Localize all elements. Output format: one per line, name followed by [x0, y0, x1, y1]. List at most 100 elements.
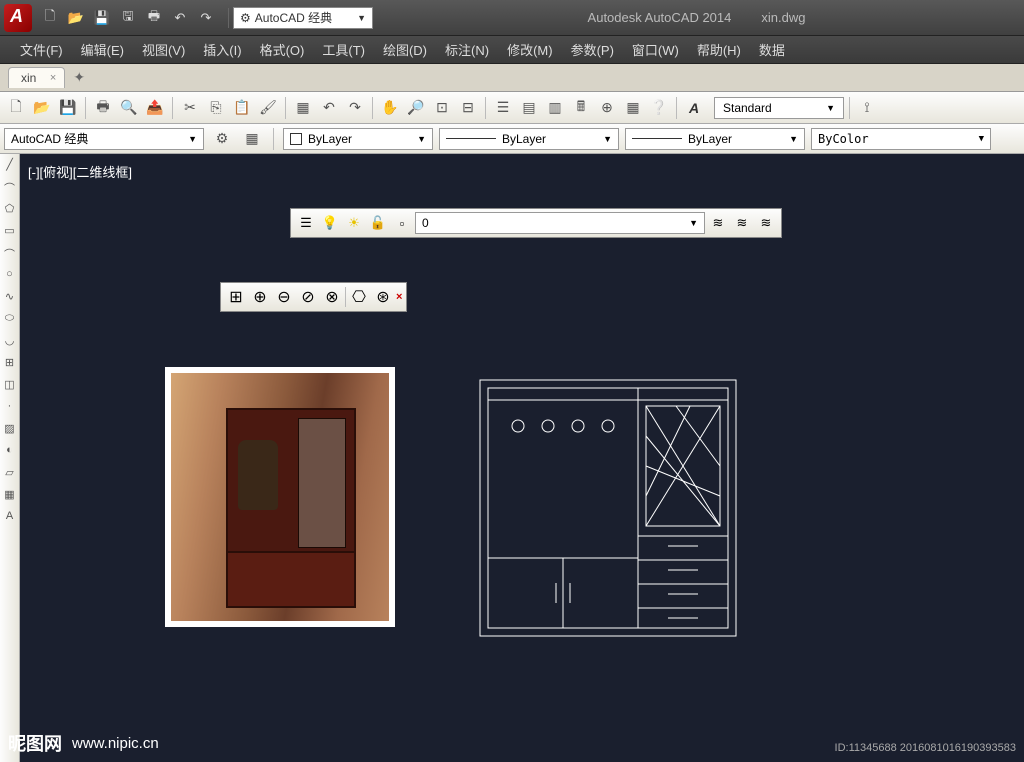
layer-tool2-icon[interactable]: ≋ [731, 212, 753, 234]
match-icon[interactable]: 🖌 [256, 96, 280, 120]
color-selector[interactable]: ByLayer ▼ [283, 128, 433, 150]
sheet-icon[interactable]: ▤ [517, 96, 541, 120]
menu-format[interactable]: 格式(O) [260, 40, 305, 59]
make-block-icon[interactable]: ◫ [2, 378, 18, 394]
text-style-selector[interactable]: Standard ▼ [714, 97, 844, 119]
vs-manage-icon[interactable]: ⎔ [348, 286, 370, 308]
undo2-icon[interactable]: ↶ [317, 96, 341, 120]
properties-icon[interactable]: ☰ [491, 96, 515, 120]
insert-block-icon[interactable]: ⊞ [2, 356, 18, 372]
open-icon[interactable]: 📂 [65, 7, 87, 29]
workspace-selector[interactable]: ⚙ AutoCAD 经典 ▼ [233, 7, 373, 29]
save-icon[interactable]: 💾 [91, 7, 113, 29]
layer-on-icon[interactable]: 💡 [319, 212, 341, 234]
draw-toolbar: ╱ ⌒ ⬠ ▭ ⌒ ○ ∿ ⬭ ◡ ⊞ ◫ · ▨ ◐ ▱ ▦ A [0, 154, 20, 762]
zoom-icon[interactable]: 🔎 [404, 96, 428, 120]
zoom-prev-icon[interactable]: ⊟ [456, 96, 480, 120]
vs-edge-icon[interactable]: ⊛ [372, 286, 394, 308]
menu-modify[interactable]: 修改(M) [507, 40, 553, 59]
menu-window[interactable]: 窗口(W) [632, 40, 679, 59]
drawing-area[interactable]: ╱ ⌒ ⬠ ▭ ⌒ ○ ∿ ⬭ ◡ ⊞ ◫ · ▨ ◐ ▱ ▦ A [-][俯视… [0, 154, 1024, 762]
viewport-label[interactable]: [-][俯视][二维线框] [28, 162, 132, 181]
tool-palette-icon[interactable]: ▥ [543, 96, 567, 120]
menu-tools[interactable]: 工具(T) [322, 40, 365, 59]
arc-tool-icon[interactable]: ⌒ [2, 246, 18, 262]
linetype-selector[interactable]: ByLayer ▼ [439, 128, 619, 150]
menu-help[interactable]: 帮助(H) [697, 40, 741, 59]
cut-icon[interactable]: ✂ [178, 96, 202, 120]
close-toolbar-icon[interactable]: × [396, 291, 402, 303]
cad-elevation-drawing[interactable] [478, 378, 738, 638]
ws-save-icon[interactable]: ▦ [240, 127, 264, 151]
pline-tool-icon[interactable]: ⌒ [2, 180, 18, 196]
text-tool-icon[interactable]: A [2, 510, 18, 526]
spline-tool-icon[interactable]: ∿ [2, 290, 18, 306]
ellipse-tool-icon[interactable]: ⬭ [2, 312, 18, 328]
open-file-icon[interactable]: 📂 [30, 96, 54, 120]
layer-tool1-icon[interactable]: ≋ [707, 212, 729, 234]
vs-2dwire-icon[interactable]: ⊞ [225, 286, 247, 308]
line-tool-icon[interactable]: ╱ [2, 158, 18, 174]
layer-lock-icon[interactable]: 🔓 [367, 212, 389, 234]
plot-style-selector[interactable]: ByColor ▼ [811, 128, 991, 150]
menu-data[interactable]: 数据 [759, 40, 785, 59]
table-icon[interactable]: ▦ [2, 488, 18, 504]
layer-props-icon[interactable]: ☰ [295, 212, 317, 234]
vs-conceptual-icon[interactable]: ⊗ [321, 286, 343, 308]
document-tab[interactable]: xin × [8, 67, 65, 88]
rect-tool-icon[interactable]: ▭ [2, 224, 18, 240]
vs-3dwire-icon[interactable]: ⊕ [249, 286, 271, 308]
copy-icon[interactable]: ⎘ [204, 96, 228, 120]
layers-floating-toolbar[interactable]: ☰ 💡 ☀ 🔓 ▫ 0 ▼ ≋ ≋ ≋ [290, 208, 782, 238]
pan-icon[interactable]: ✋ [378, 96, 402, 120]
menu-insert[interactable]: 插入(I) [203, 40, 241, 59]
saveas-icon[interactable]: 🖫 [117, 7, 139, 29]
help2-icon[interactable]: ❔ [647, 96, 671, 120]
redo-icon[interactable]: ↷ [195, 7, 217, 29]
dim-style-icon[interactable]: ⟟ [855, 96, 879, 120]
gradient-icon[interactable]: ◐ [2, 444, 18, 460]
menu-view[interactable]: 视图(V) [142, 40, 185, 59]
layer-name-selector[interactable]: 0 ▼ [415, 212, 705, 234]
ellipse-arc-icon[interactable]: ◡ [2, 334, 18, 350]
reference-image[interactable] [165, 367, 395, 627]
paste-icon[interactable]: 📋 [230, 96, 254, 120]
menu-dimension[interactable]: 标注(N) [445, 40, 489, 59]
point-tool-icon[interactable]: · [2, 400, 18, 416]
menu-draw[interactable]: 绘图(D) [383, 40, 427, 59]
zoom-window-icon[interactable]: ⊡ [430, 96, 454, 120]
ws-settings-icon[interactable]: ⚙ [210, 127, 234, 151]
menu-file[interactable]: 文件(F) [20, 40, 63, 59]
preview-icon[interactable]: 🔍 [117, 96, 141, 120]
circle-tool-icon[interactable]: ○ [2, 268, 18, 284]
new-icon[interactable]: 🗋 [39, 7, 61, 29]
text-style-icon[interactable]: A [682, 96, 706, 120]
layer-tool3-icon[interactable]: ≋ [755, 212, 777, 234]
block-icon[interactable]: ▦ [291, 96, 315, 120]
layer-freeze-icon[interactable]: ☀ [343, 212, 365, 234]
layer-color-icon[interactable]: ▫ [391, 212, 413, 234]
app-logo-icon[interactable] [4, 4, 32, 32]
region-icon[interactable]: ▱ [2, 466, 18, 482]
add-tab-icon[interactable]: ✦ [73, 69, 85, 86]
new-file-icon[interactable]: 🗋 [4, 96, 28, 120]
publish-icon[interactable]: 📤 [143, 96, 167, 120]
close-tab-icon[interactable]: × [50, 72, 56, 84]
vs-realistic-icon[interactable]: ⊘ [297, 286, 319, 308]
hatch-tool-icon[interactable]: ▨ [2, 422, 18, 438]
save-file-icon[interactable]: 💾 [56, 96, 80, 120]
plot-icon[interactable]: 🖶 [143, 7, 165, 29]
redo2-icon[interactable]: ↷ [343, 96, 367, 120]
mark-icon[interactable]: ⊕ [595, 96, 619, 120]
lineweight-selector[interactable]: ByLayer ▼ [625, 128, 805, 150]
visual-styles-toolbar[interactable]: ⊞ ⊕ ⊖ ⊘ ⊗ ⎔ ⊛ × [220, 282, 407, 312]
print-icon[interactable]: 🖶 [91, 96, 115, 120]
menu-edit[interactable]: 编辑(E) [81, 40, 124, 59]
workspace-combo-2[interactable]: AutoCAD 经典 ▼ [4, 128, 204, 150]
polygon-tool-icon[interactable]: ⬠ [2, 202, 18, 218]
quick-icon[interactable]: ▦ [621, 96, 645, 120]
calc-icon[interactable]: 🖩 [569, 96, 593, 120]
undo-icon[interactable]: ↶ [169, 7, 191, 29]
menu-parametric[interactable]: 参数(P) [571, 40, 614, 59]
vs-hidden-icon[interactable]: ⊖ [273, 286, 295, 308]
